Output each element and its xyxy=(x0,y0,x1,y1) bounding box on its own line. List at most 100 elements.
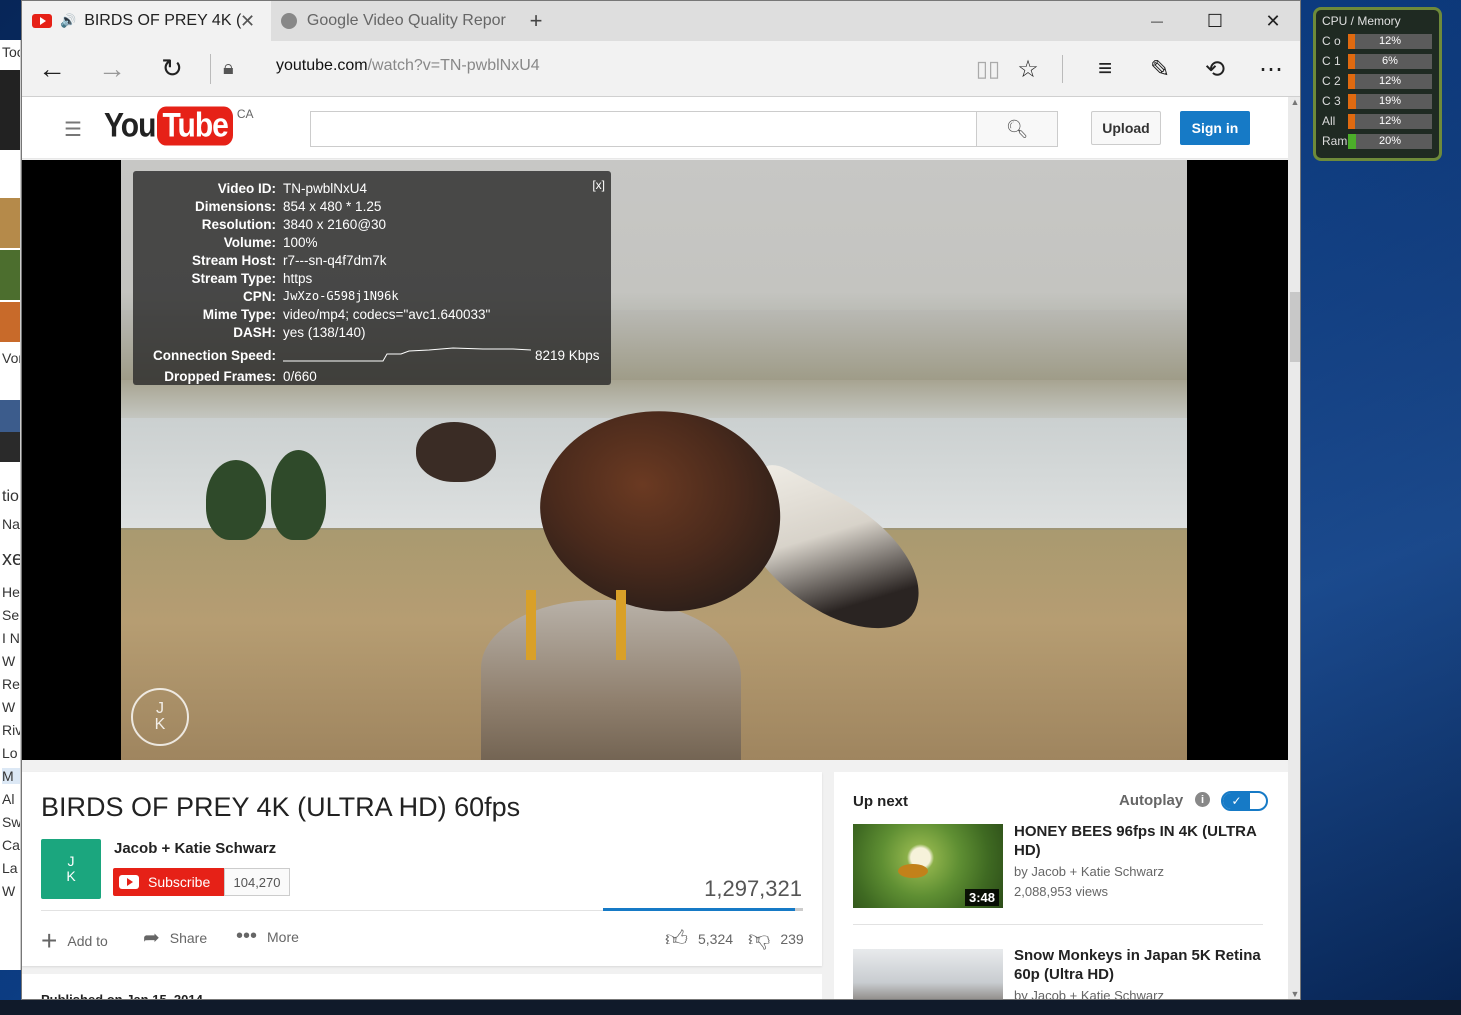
url-host: youtube.com xyxy=(276,57,368,74)
upload-button[interactable]: Upload xyxy=(1091,111,1161,145)
bg-text: tio xyxy=(2,488,19,505)
reading-view-icon[interactable]: ▯▯ xyxy=(972,53,1004,85)
stats-row: Dimensions: 854 x 480 * 1.25 xyxy=(133,197,611,215)
bg-text: Vorl xyxy=(2,350,20,366)
like-button[interactable]: 👍︎ 5,324 xyxy=(665,925,733,952)
stats-row: Dropped Frames: 0/660 xyxy=(133,367,611,385)
add-to-label: Add to xyxy=(67,933,108,949)
more-dots-icon: ••• xyxy=(236,925,258,947)
thumbs-down-icon: 👎︎ xyxy=(748,926,771,951)
bg-text: La xyxy=(2,860,18,876)
guide-menu-icon[interactable]: ☰ xyxy=(64,117,82,142)
refresh-button[interactable]: ↻ xyxy=(142,41,202,97)
cpu-row-bar: 12% xyxy=(1348,33,1432,49)
cpu-row-value: 6% xyxy=(1382,54,1398,67)
taskbar[interactable] xyxy=(0,1000,1461,1015)
stats-key: Dropped Frames: xyxy=(164,368,276,384)
search-input[interactable] xyxy=(310,111,978,147)
video-hawk-head xyxy=(416,422,496,482)
video-title: BIRDS OF PREY 4K (ULTRA HD) 60fps xyxy=(41,792,521,822)
video-thumbnail[interactable] xyxy=(853,949,1003,999)
like-count: 5,324 xyxy=(698,930,734,947)
share-button[interactable]: ➦ Share xyxy=(143,925,207,950)
cpu-row: All 12% xyxy=(1322,111,1433,131)
maximize-button[interactable]: ☐ xyxy=(1186,1,1244,41)
dislike-button[interactable]: 👎︎ 239 xyxy=(748,925,804,952)
bg-text: xe xyxy=(2,548,20,570)
youtube-logo[interactable]: You Tube CA xyxy=(104,106,254,146)
browser-window: 🔊 BIRDS OF PREY 4K ( ✕ Google Video Qual… xyxy=(21,0,1301,1000)
info-icon[interactable]: i xyxy=(1195,792,1210,807)
video-link-title[interactable]: HONEY BEES 96fps IN 4K (ULTRA HD) xyxy=(1014,822,1270,860)
stats-row: Stream Host: r7---sn-q4f7dm7k xyxy=(133,251,611,269)
plus-icon: + xyxy=(41,925,58,956)
minimize-button[interactable]: — xyxy=(1128,1,1186,41)
stats-key: Dimensions: xyxy=(194,198,276,214)
channel-avatar[interactable]: J K xyxy=(41,839,101,899)
stats-key: Video ID: xyxy=(217,180,276,196)
dislike-ratio-bar xyxy=(795,908,803,911)
video-link-title[interactable]: Snow Monkeys in Japan 5K Retina 60p (Ult… xyxy=(1014,946,1270,984)
new-tab-button[interactable]: + xyxy=(516,1,556,41)
background-app-window[interactable]: Too Vorl tio Na xe He Se I N W Re W Riv … xyxy=(0,40,21,970)
thumbs-up-icon: 👍︎ xyxy=(665,926,688,951)
video-channel: by Jacob + Katie Schwarz xyxy=(1014,988,1164,1000)
tab-google-video-quality[interactable]: Google Video Quality Report xyxy=(271,1,516,41)
subscribe-button[interactable]: Subscribe xyxy=(113,868,224,896)
close-window-button[interactable]: ✕ xyxy=(1244,1,1300,41)
autoplay-toggle[interactable]: ✓ xyxy=(1221,791,1268,811)
forward-arrow-icon: → xyxy=(98,52,126,84)
view-count: 1,297,321 xyxy=(704,876,802,901)
scroll-up-arrow-icon[interactable]: ▲ xyxy=(1288,97,1300,107)
stats-value: https xyxy=(283,270,313,286)
hub-icon[interactable]: ≡ xyxy=(1089,53,1121,85)
stats-value: video/mp4; codecs="avc1.640033" xyxy=(283,306,491,322)
bg-thumb xyxy=(0,432,20,462)
more-label: More xyxy=(267,928,299,945)
channel-watermark[interactable]: J K xyxy=(131,688,189,746)
favorite-star-icon[interactable]: ☆ xyxy=(1012,53,1044,85)
search-button[interactable]: 🔍︎ xyxy=(976,111,1058,147)
bg-text: W xyxy=(2,699,16,715)
scrollbar-thumb[interactable] xyxy=(1290,292,1300,362)
sign-in-button[interactable]: Sign in xyxy=(1180,111,1250,145)
bg-text: Lo xyxy=(2,745,18,761)
tab-birds-of-prey[interactable]: 🔊 BIRDS OF PREY 4K ( ✕ xyxy=(22,1,271,41)
share-arrow-icon: ➦ xyxy=(143,927,160,949)
ram-row-value: 20% xyxy=(1378,134,1402,147)
add-to-button[interactable]: + Add to xyxy=(41,925,108,957)
stats-value: 8219 Kbps xyxy=(535,347,600,363)
more-menu-icon[interactable]: ⋯ xyxy=(1255,53,1287,85)
stats-close-button[interactable]: [x] xyxy=(592,178,605,192)
cpu-row-bar: 12% xyxy=(1348,73,1432,89)
ram-row-bar: 20% xyxy=(1348,133,1432,149)
stats-key: Mime Type: xyxy=(202,306,276,322)
cpu-row-value: 12% xyxy=(1378,34,1402,47)
cpu-gadget-rows: C o 12% C 1 6% C 2 12% C 3 19% All 12% Ram 20% xyxy=(1322,31,1433,151)
more-button[interactable]: ••• More xyxy=(236,925,299,948)
cpu-memory-gadget[interactable]: CPU / Memory C o 12% C 1 6% C 2 12% C 3 19% … xyxy=(1313,7,1442,161)
channel-name[interactable]: Jacob + Katie Schwarz xyxy=(114,840,276,857)
cpu-row-label: C 2 xyxy=(1322,74,1341,88)
cpu-row: C 2 12% xyxy=(1322,71,1433,91)
stats-key: Volume: xyxy=(223,234,276,250)
scroll-down-arrow-icon[interactable]: ▼ xyxy=(1288,989,1300,999)
bg-thumb xyxy=(0,302,20,342)
bg-text: Se xyxy=(2,607,20,623)
share-icon[interactable]: ⟲ xyxy=(1199,53,1231,85)
description-card: Published on Jan 15, 2014 xyxy=(22,974,822,999)
page-scrollbar[interactable]: ▲ ▼ xyxy=(1288,97,1300,999)
stats-key: CPN: xyxy=(243,288,276,304)
back-button[interactable]: ← xyxy=(22,41,82,97)
close-tab-icon[interactable]: ✕ xyxy=(240,11,255,32)
up-next-sidebar: Up next Autoplay i ✓ 3:48 HONEY BEES 96f… xyxy=(834,772,1288,1000)
video-thumbnail[interactable]: 3:48 xyxy=(853,824,1003,908)
cpu-row-value: 12% xyxy=(1378,74,1402,87)
url-field[interactable]: youtube.com/watch?v=TN-pwblNxU4 xyxy=(276,57,540,75)
web-note-icon[interactable]: ✎ xyxy=(1144,53,1176,85)
forward-button[interactable]: → xyxy=(82,41,142,97)
bg-text: Riv xyxy=(2,722,21,738)
stats-value: 100% xyxy=(283,234,318,250)
country-code: CA xyxy=(236,107,254,121)
video-player[interactable]: J K [x] Video ID: TN-pwblNxU4 Dimensions:… xyxy=(22,160,1288,760)
